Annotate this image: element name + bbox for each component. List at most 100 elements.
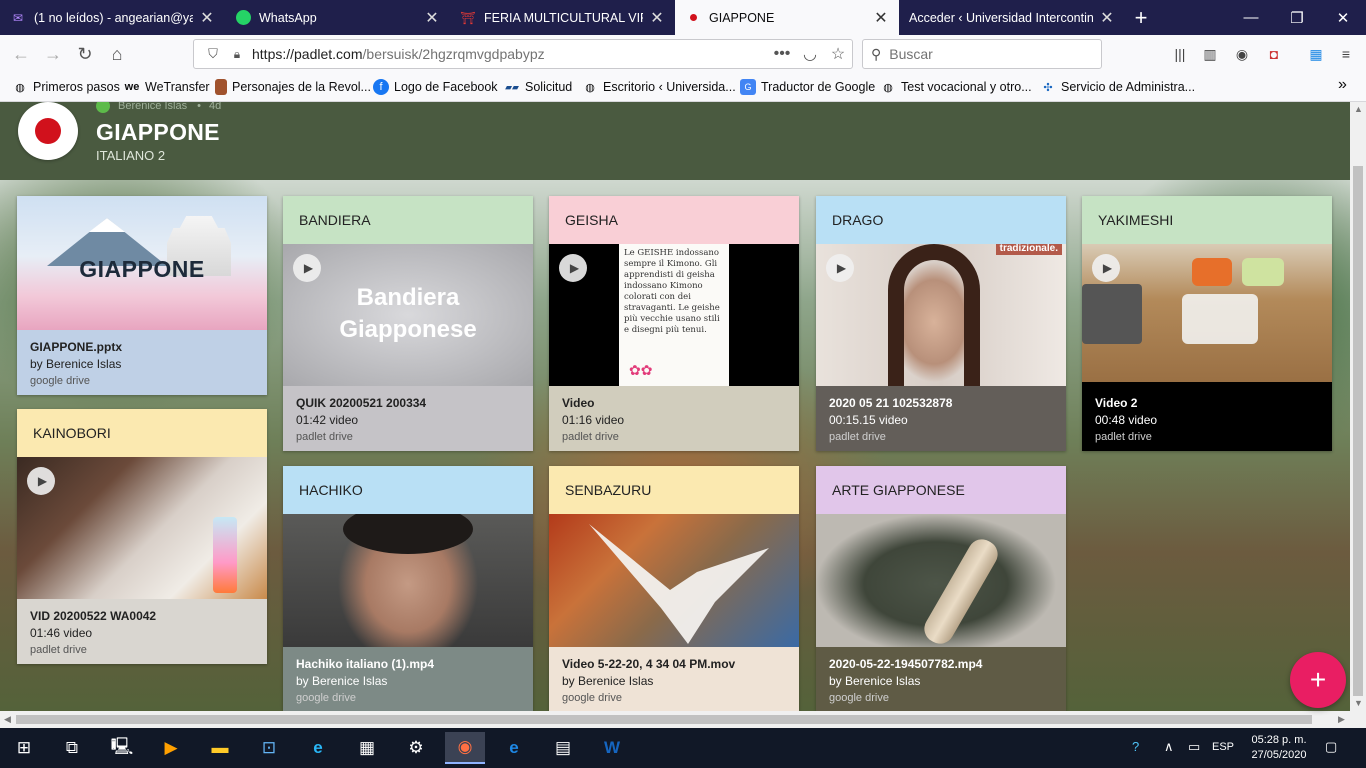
bookmark-primeros-pasos[interactable]: ◍ Primeros pasos [12,79,120,95]
extensions-grid-icon[interactable]: ▦ [1306,44,1326,64]
sidebar-icon[interactable]: ▥ [1200,44,1220,64]
star-icon[interactable]: ☆ [824,44,852,64]
card-kainobori[interactable]: KAINOBORI ▶ VID 20200522 WA0042 01:46 vi… [17,409,267,664]
play-icon[interactable]: ▶ [27,467,55,495]
card-subtitle: by Berenice Islas [30,357,122,371]
scroll-up-icon[interactable]: ▲ [1354,104,1363,114]
close-window-button[interactable]: ✕ [1320,0,1366,35]
word-icon[interactable]: W [592,732,632,764]
card-thumbnail[interactable]: ▶ Bandiera Giapponese [283,244,533,386]
card-giappone[interactable]: GIAPPONE GIAPPONE.pptx by Berenice Islas… [17,196,267,395]
tab-feria-multicultural[interactable]: ⛩ FERIA MULTICULTURAL VIRTUAL ✕ [450,0,675,35]
vertical-scrollbar[interactable]: ▲ ▼ [1350,102,1366,711]
more-bookmarks-icon[interactable]: » [1338,76,1347,94]
play-icon[interactable]: ▶ [559,254,587,282]
lock-icon[interactable]: 🔒︎ [226,47,248,62]
app-icon[interactable]: 🖳︎ [102,732,142,764]
firefox-icon[interactable]: ◉ [445,732,485,764]
media-player-icon[interactable]: ▶ [151,732,191,764]
more-actions-icon[interactable]: ••• [768,45,796,63]
card-thumbnail[interactable]: GIAPPONE [17,196,267,330]
notifications-icon[interactable]: ▢ [1325,739,1337,755]
network-icon[interactable]: ▭ [1188,739,1200,755]
calculator-icon[interactable]: ▦ [347,732,387,764]
card-thumbnail[interactable] [816,514,1066,647]
close-tab-icon[interactable]: ✕ [199,8,215,28]
file-explorer-icon[interactable]: ▬ [200,732,240,764]
card-bandiera[interactable]: BANDIERA ▶ Bandiera Giapponese QUIK 2020… [283,196,533,451]
edge-icon[interactable]: e [494,732,534,764]
task-view-icon[interactable]: ⧉ [52,732,92,764]
internet-explorer-icon[interactable]: e [298,732,338,764]
search-icon: ⚲ [871,45,882,62]
add-post-button[interactable]: + [1290,652,1346,708]
close-tab-icon[interactable]: ✕ [1099,8,1115,28]
scrollbar-thumb[interactable] [1353,166,1363,696]
tab-universidad[interactable]: Acceder ‹ Universidad Intercontinental ✕ [899,0,1125,35]
home-icon[interactable]: ⌂ [104,41,130,67]
card-hachiko[interactable]: HACHIKO Hachiko italiano (1).mp4 by Bere… [283,466,533,711]
card-drago[interactable]: DRAGO ▶ tradizionale. 2020 05 21 1025328… [816,196,1066,451]
language-indicator[interactable]: ESP [1212,741,1234,753]
restore-button[interactable]: ❐ [1274,0,1320,35]
url-bar[interactable]: ⛉ 🔒︎ https://padlet.com/bersuisk/2hgzrqm… [193,39,853,69]
menu-icon[interactable]: ≡ [1336,44,1356,64]
card-thumbnail[interactable] [549,514,799,647]
store-icon[interactable]: ⊡ [249,732,289,764]
board-avatar[interactable] [18,102,78,160]
tab-giappone[interactable]: GIAPPONE ✕ [675,0,899,35]
account-icon[interactable]: ◉ [1232,44,1252,64]
card-yakimeshi[interactable]: YAKIMESHI ▶ Video 2 00:48 video padlet d… [1082,196,1332,451]
minimize-button[interactable]: — [1228,0,1274,35]
settings-gear-icon[interactable]: ⚙ [396,732,436,764]
tab-whatsapp[interactable]: WhatsApp ✕ [225,0,450,35]
tab-yahoo-mail[interactable]: ✉ (1 no leídos) - angearian@yahoo ✕ [0,0,225,35]
shield-icon[interactable]: ⛉ [200,46,226,62]
card-thumbnail[interactable]: ▶ [17,457,267,599]
card-thumbnail[interactable]: ▶ [1082,244,1332,382]
card-geisha[interactable]: GEISHA ▶ Le GEISHE indossano sempre il K… [549,196,799,451]
play-icon[interactable]: ▶ [1092,254,1120,282]
close-tab-icon[interactable]: ✕ [649,8,665,28]
reload-icon[interactable]: ↻ [72,41,98,67]
library-icon[interactable]: ||| [1170,44,1190,64]
bookmark-logo-facebook[interactable]: f Logo de Facebook [373,79,498,95]
clock[interactable]: 05:28 p. m. 27/05/2020 [1244,733,1314,763]
page-title: GIAPPONE [96,119,220,145]
card-provider: padlet drive [829,431,886,443]
windows-start-icon[interactable]: ⊞ [4,732,44,764]
scroll-left-icon[interactable]: ◀ [4,714,11,725]
card-senbazuru[interactable]: SENBAZURU Video 5-22-20, 4 34 04 PM.mov … [549,466,799,711]
board-author[interactable]: Berenice Islas • 4d [96,102,221,113]
bookmark-escritorio[interactable]: ◍ Escritorio ‹ Universida... [582,79,736,95]
bookmark-test-vocacional[interactable]: ◍ Test vocacional y otro... [880,79,1031,95]
play-icon[interactable]: ▶ [826,254,854,282]
horizontal-scrollbar[interactable]: ◀ ▶ [0,711,1366,728]
control-panel-icon[interactable]: ▤ [543,732,583,764]
pocket-icon[interactable]: ◡ [796,44,824,64]
bookmark-solicitud[interactable]: ▰▰ Solicitud [504,79,572,95]
card-thumbnail[interactable]: ▶ Le GEISHE indossano sempre il Kimono. … [549,244,799,386]
bookmark-personajes[interactable]: Personajes de la Revol... [215,79,371,95]
url-text[interactable]: https://padlet.com/bersuisk/2hgzrqmvgdpa… [248,46,768,62]
card-thumbnail[interactable]: ▶ tradizionale. [816,244,1066,386]
play-icon[interactable]: ▶ [293,254,321,282]
scrollbar-thumb[interactable] [16,715,1312,724]
close-tab-icon[interactable]: ✕ [424,8,440,28]
bookmark-wetransfer[interactable]: we WeTransfer [124,79,210,95]
forward-arrow-icon[interactable]: → [40,41,66,67]
card-arte-giapponese[interactable]: ARTE GIAPPONESE 2020-05-22-194507782.mp4… [816,466,1066,711]
extension-icon[interactable]: ◘ [1264,44,1284,64]
close-tab-icon[interactable]: ✕ [873,8,889,28]
search-input[interactable]: ⚲ Buscar [862,39,1102,69]
card-thumbnail[interactable] [283,514,533,647]
scroll-down-icon[interactable]: ▼ [1354,698,1363,708]
chevron-up-icon[interactable]: ∧ [1164,739,1174,755]
card-title: GIAPPONE.pptx [30,340,123,354]
bookmark-traductor[interactable]: G Traductor de Google [740,79,875,95]
new-tab-button[interactable]: + [1130,0,1152,35]
scroll-right-icon[interactable]: ▶ [1338,714,1345,725]
help-icon[interactable]: ? [1132,739,1139,754]
back-arrow-icon[interactable]: ← [8,41,34,67]
bookmark-servicio-administracion[interactable]: ✣ Servicio de Administra... [1040,79,1195,95]
